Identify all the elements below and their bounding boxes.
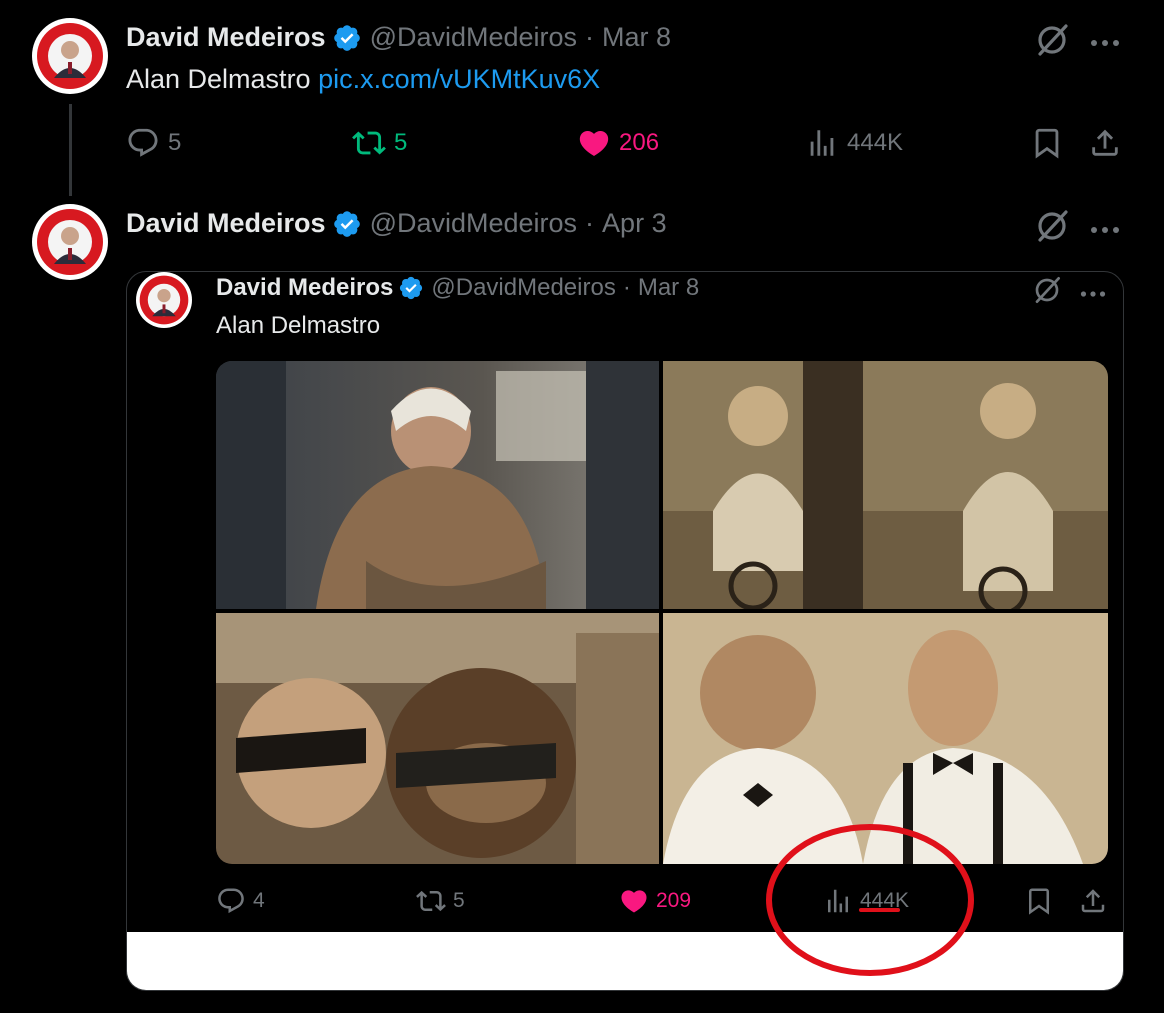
avatar[interactable]	[32, 204, 108, 280]
author-name[interactable]: David Medeiros	[216, 274, 393, 302]
repost-count: 5	[453, 889, 465, 912]
separator-dot: ·	[585, 22, 595, 52]
reply-icon	[128, 128, 158, 157]
reply-icon	[218, 888, 244, 914]
timestamp[interactable]: Apr 3	[602, 208, 667, 239]
like-icon	[579, 130, 609, 156]
views-icon	[810, 130, 834, 156]
photo-children-bikes[interactable]	[663, 361, 1108, 609]
share-icon[interactable]	[1088, 126, 1122, 165]
avatar[interactable]	[136, 272, 192, 328]
like-icon	[621, 890, 647, 913]
handle[interactable]: @DavidMedeiros	[370, 208, 577, 239]
views-icon	[828, 889, 848, 913]
views-count: 444K	[860, 889, 910, 912]
quoted-text: Alan Delmastro	[216, 312, 381, 339]
card-footer-panel	[127, 932, 1123, 990]
like-button[interactable]: 209	[619, 886, 691, 916]
bookmark-icon[interactable]	[1024, 886, 1054, 921]
like-count: 209	[656, 889, 692, 912]
grok-icon[interactable]	[1034, 22, 1070, 63]
verified-badge-icon	[398, 275, 424, 301]
bookmark-icon[interactable]	[1030, 126, 1064, 165]
handle[interactable]: @DavidMedeiros	[431, 274, 615, 302]
abi-resources-logo	[33, 205, 107, 279]
verified-badge-icon	[332, 209, 362, 239]
photo-wedding[interactable]	[663, 613, 1108, 864]
handle[interactable]: @DavidMedeiros	[370, 22, 577, 53]
like-button[interactable]: 206	[577, 126, 659, 160]
repost-icon	[416, 890, 446, 912]
repost-button[interactable]: 5	[416, 886, 465, 916]
separator-dot: ·	[585, 208, 595, 238]
media-link[interactable]: pic.x.com/vUKMtKuv6X	[318, 64, 600, 94]
quoted-tweet-card[interactable]: David Medeiros @DavidMedeiros · Mar 8 Al…	[126, 271, 1124, 991]
author-name[interactable]: David Medeiros	[126, 208, 326, 239]
quoted-header: David Medeiros @DavidMedeiros · Mar 8	[216, 274, 699, 302]
grok-icon[interactable]	[1034, 208, 1070, 249]
separator-dot: ·	[622, 274, 631, 301]
tweet-header: David Medeiros @DavidMedeiros · Apr 3	[126, 208, 667, 239]
abi-resources-logo	[136, 272, 192, 328]
photo-grid	[216, 361, 1108, 864]
abi-resources-logo	[33, 19, 107, 93]
repost-count: 5	[394, 129, 408, 156]
verified-badge-icon	[332, 23, 362, 53]
more-icon[interactable]	[1090, 34, 1120, 52]
views-button[interactable]: 444K	[805, 126, 903, 160]
views-button[interactable]: 444K	[823, 886, 909, 916]
repost-icon	[352, 131, 386, 155]
author-name[interactable]: David Medeiros	[126, 22, 326, 53]
tweet-header: David Medeiros @DavidMedeiros · Mar 8	[126, 22, 671, 53]
reply-button[interactable]: 4	[216, 886, 265, 916]
like-count: 206	[619, 129, 660, 156]
avatar[interactable]	[32, 18, 108, 94]
grok-icon[interactable]	[1032, 275, 1062, 310]
timestamp[interactable]: Mar 8	[602, 22, 671, 53]
photo-boy-monkey[interactable]	[216, 613, 659, 864]
timestamp[interactable]: Mar 8	[638, 274, 699, 302]
tweet-text: Alan Delmastro pic.x.com/vUKMtKuv6X	[126, 64, 600, 95]
thread-line	[69, 104, 72, 196]
reply-count: 5	[168, 129, 182, 156]
views-count: 444K	[847, 129, 904, 156]
reply-count: 4	[253, 889, 265, 912]
more-icon[interactable]	[1090, 221, 1120, 239]
share-icon[interactable]	[1078, 886, 1108, 921]
reply-button[interactable]: 5	[126, 126, 181, 160]
more-icon[interactable]	[1080, 285, 1106, 303]
repost-button[interactable]: 5	[352, 126, 407, 160]
tweet-body: Alan Delmastro	[126, 64, 311, 94]
photo-soldier[interactable]	[216, 361, 659, 609]
